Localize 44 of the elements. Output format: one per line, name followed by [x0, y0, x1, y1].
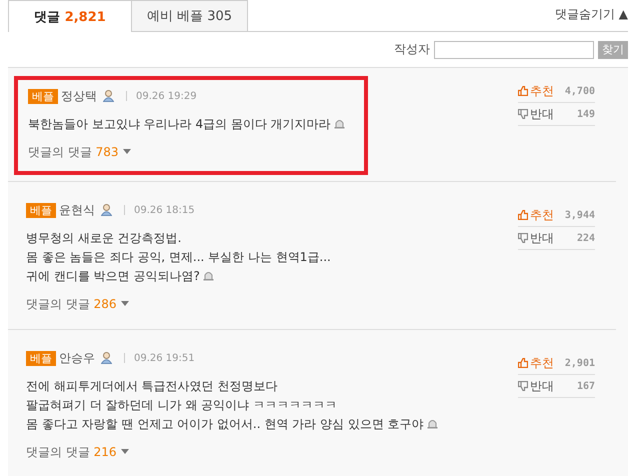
caret-icon [120, 449, 129, 454]
recommend-count: 2,901 [564, 358, 595, 368]
thumbs-up-icon [518, 86, 528, 96]
best-badge: 베플 [26, 350, 56, 366]
timestamp: 09.26 19:51 [134, 352, 195, 364]
user-icon [103, 90, 114, 102]
replies-toggle[interactable]: 댓글의 댓글 286 [26, 296, 129, 313]
recommend-count: 3,944 [564, 210, 595, 220]
comment-text: 병무청의 새로운 건강측정법. 몸 좋은 놈들은 죄다 공익, 면제... 부실한 나는 현역1급... 귀에 캔디를 박으면 공익되나염? [26, 230, 332, 285]
replies-toggle[interactable]: 댓글의 댓글 216 [26, 444, 129, 461]
caret-icon [122, 149, 131, 154]
oppose-count: 224 [576, 232, 595, 244]
siren-icon [334, 118, 345, 129]
timestamp: 09.26 19:29 [136, 90, 197, 102]
author-name[interactable]: 정상택 [61, 88, 97, 104]
author-label: 작성자 [394, 41, 430, 58]
tab[interactable]: 댓글 2,821 [8, 0, 132, 32]
best-badge: 베플 [26, 202, 56, 218]
siren-icon [426, 418, 438, 429]
best-badge: 베플 [28, 88, 58, 104]
tab[interactable]: 예비 베플 305 [132, 0, 248, 31]
thumbs-up-icon [518, 210, 528, 220]
siren-icon [202, 270, 214, 281]
replies-toggle[interactable]: 댓글의 댓글 783 [28, 144, 131, 161]
oppose-count: 167 [576, 380, 595, 392]
recommend-count: 4,700 [564, 86, 595, 96]
thumbs-down-icon [518, 233, 528, 243]
thumbs-up-icon [518, 358, 528, 368]
user-icon [101, 352, 112, 364]
timestamp: 09.26 18:15 [134, 204, 195, 216]
oppose-button[interactable]: 반대 [518, 378, 554, 394]
oppose-button[interactable]: 반대 [518, 106, 554, 122]
oppose-count: 149 [576, 108, 595, 120]
author-name[interactable]: 윤현식 [59, 202, 95, 218]
thumbs-down-icon [518, 109, 528, 119]
comment-text: 전에 해피투게더에서 특급전사였던 천정명보다 팔굽혀펴기 더 잘하던데 니가 왜 공익이냐 ㅋㅋㅋㅋㅋㅋㅋ 몸 좋다고 자랑할 땐 언제고 어이가 없어서.. 현역 가라 양심 있으면 호구야 [26, 377, 504, 434]
hide-comments-button[interactable]: 댓글숨기기 ▲ [554, 6, 628, 31]
caret-icon [120, 301, 129, 306]
thumbs-down-icon [518, 381, 528, 391]
comment-text: 북한놈들아 보고있냐 우리나라 4급의 몸이다 개기지마라 [28, 115, 354, 134]
user-icon [101, 204, 112, 216]
oppose-button[interactable]: 반대 [518, 230, 554, 246]
author-name[interactable]: 안승우 [59, 350, 95, 366]
author-search-field[interactable] [434, 40, 594, 58]
